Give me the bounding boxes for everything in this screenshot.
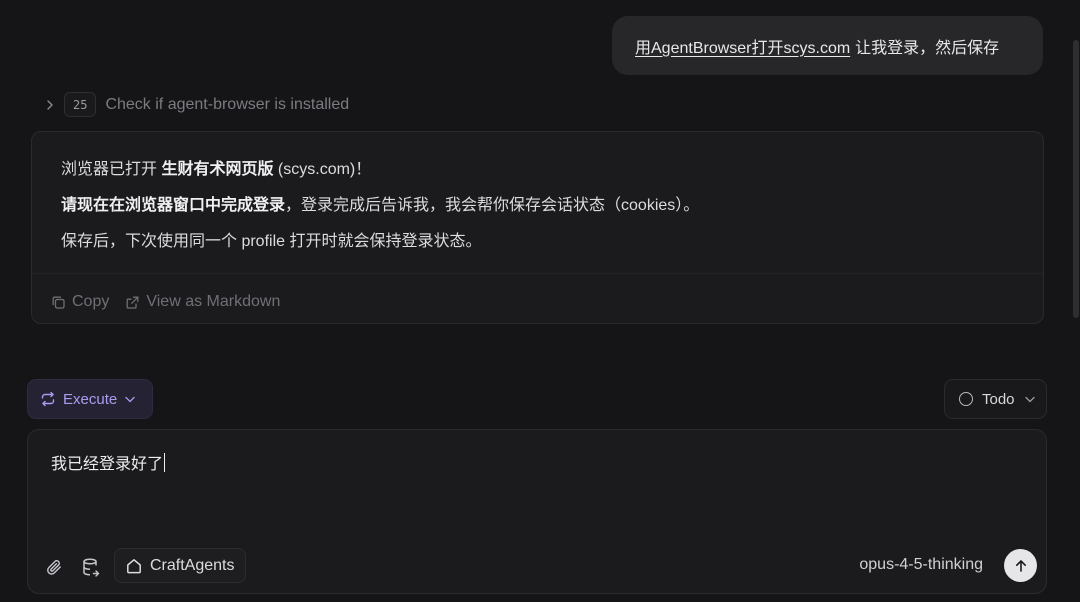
view-markdown-label: View as Markdown (146, 293, 281, 310)
todo-status-dropdown[interactable]: Todo (944, 379, 1047, 419)
agent-label: CraftAgents (150, 556, 235, 574)
chat-page: 用AgentBrowser打开scys.com 让我登录，然后保存 25 Che… (0, 0, 1080, 602)
line1-prefix: 浏览器已打开 (61, 161, 162, 178)
copy-label: Copy (72, 293, 110, 310)
tool-call-label: Check if agent-browser is installed (105, 95, 350, 113)
card-actions: Copy View as Markdown (51, 290, 296, 314)
agent-selector[interactable]: CraftAgents (114, 548, 247, 583)
database-icon[interactable] (79, 555, 103, 579)
copy-button[interactable]: Copy (51, 293, 109, 311)
composer-toolbar: CraftAgents opus-4-5-thinking (28, 540, 1046, 593)
paperclip-icon[interactable] (42, 555, 66, 579)
line2-bold: 请现在在浏览器窗口中完成登录 (61, 197, 286, 214)
chevron-down-icon (125, 396, 135, 402)
tool-call-count-badge: 25 (64, 92, 97, 117)
assistant-message-body: 浏览器已打开 生财有术网页版 (scys.com)！ 请现在在浏览器窗口中完成登… (61, 159, 1023, 267)
tool-call-row[interactable]: 25 Check if agent-browser is installed (44, 91, 349, 118)
user-message-link[interactable]: 用AgentBrowser打开scys.com (635, 34, 850, 58)
execute-mode-dropdown[interactable]: Execute (27, 379, 153, 419)
message-input-value: 我已经登录好了 (51, 456, 164, 473)
message-input[interactable]: 我已经登录好了 (51, 450, 166, 474)
model-selector[interactable]: opus-4-5-thinking (859, 556, 983, 574)
line1-suffix: (scys.com)！ (273, 161, 372, 178)
home-icon (127, 558, 141, 573)
user-message-text: 让我登录，然后保存 (855, 39, 1000, 57)
external-link-icon (126, 296, 139, 309)
todo-label: Todo (982, 390, 1015, 408)
assistant-message-card: 浏览器已打开 生财有术网页版 (scys.com)！ 请现在在浏览器窗口中完成登… (31, 131, 1044, 324)
line1-bold: 生财有术网页版 (161, 161, 274, 178)
user-message-bubble: 用AgentBrowser打开scys.com 让我登录，然后保存 (612, 16, 1043, 75)
execute-label: Execute (63, 390, 118, 408)
assistant-line-1: 浏览器已打开 生财有术网页版 (scys.com)！ (61, 159, 1023, 195)
scrollbar[interactable] (1072, 40, 1080, 318)
line2-suffix: ，登录完成后告诉我，我会帮你保存会话状态（cookies）。 (285, 197, 700, 214)
todo-circle-icon (959, 392, 973, 406)
assistant-line-2: 请现在在浏览器窗口中完成登录，登录完成后告诉我，我会帮你保存会话状态（cooki… (61, 195, 1023, 231)
chevron-right-icon[interactable] (44, 99, 56, 111)
copy-icon (52, 296, 65, 309)
scrollbar-thumb[interactable] (1073, 40, 1079, 318)
view-markdown-button[interactable]: View as Markdown (125, 293, 280, 311)
send-button[interactable] (1004, 549, 1037, 582)
text-caret (164, 452, 166, 472)
arrow-up-icon (1015, 559, 1026, 572)
assistant-line-3: 保存后，下次使用同一个 profile 打开时就会保持登录状态。 (61, 233, 482, 250)
message-composer[interactable]: 我已经登录好了 CraftAgents opus-4-5-thinking (27, 429, 1047, 594)
card-divider (32, 273, 1043, 274)
chevron-down-icon (1024, 396, 1035, 402)
repeat-icon (41, 391, 55, 407)
